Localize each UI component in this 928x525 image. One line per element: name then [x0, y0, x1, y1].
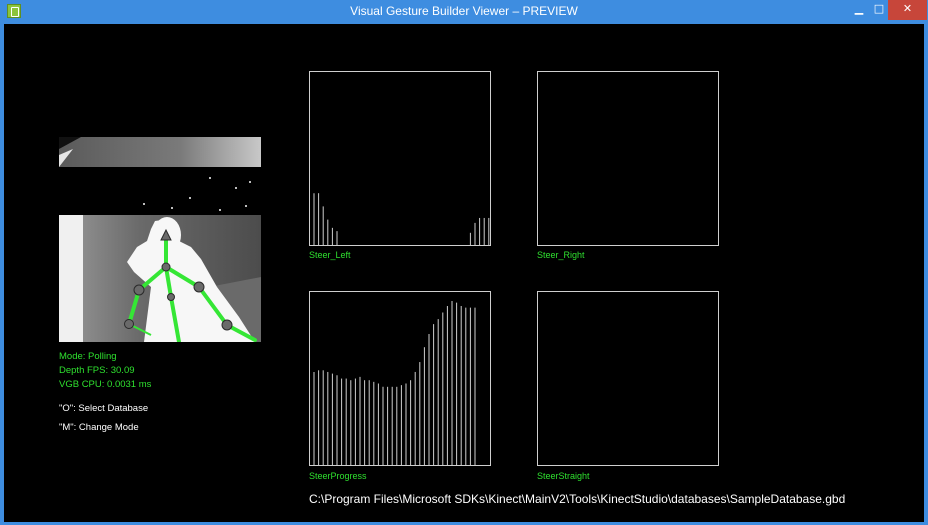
title-bar[interactable]: Visual Gesture Builder Viewer – PREVIEW … — [0, 0, 928, 24]
close-button[interactable]: ✕ — [888, 0, 927, 20]
gesture-label-steer-right: Steer_Right — [537, 250, 585, 260]
database-path: C:\Program Files\Microsoft SDKs\Kinect\M… — [309, 492, 846, 506]
window-title: Visual Gesture Builder Viewer – PREVIEW — [350, 4, 578, 18]
gesture-panel-steer-straight — [537, 291, 719, 466]
hint-change-mode: "M": Change Mode — [59, 422, 139, 433]
mode-status: Mode: Polling — [59, 351, 117, 362]
gesture-label-steer-progress: SteerProgress — [309, 471, 367, 481]
gesture-chart-steer-straight — [538, 292, 720, 467]
gesture-panel-steer-right — [537, 71, 719, 246]
gesture-label-steer-straight: SteerStraight — [537, 471, 590, 481]
depth-fps-status: Depth FPS: 30.09 — [59, 365, 135, 376]
gesture-chart-steer-progress — [313, 301, 476, 466]
minimize-button[interactable]: ▁ — [846, 0, 872, 20]
hint-select-database: "O": Select Database — [59, 403, 149, 414]
depth-view — [59, 137, 261, 342]
gesture-panel-steer-progress — [309, 291, 491, 466]
gesture-panel-steer-left — [309, 71, 491, 246]
viewer-canvas: Mode: Polling Depth FPS: 30.09 VGB CPU: … — [4, 24, 924, 522]
vgb-cpu-status: VGB CPU: 0.0031 ms — [59, 379, 152, 390]
depth-image — [59, 137, 261, 342]
maximize-button[interactable]: □ — [872, 0, 886, 20]
gesture-label-steer-left: Steer_Left — [309, 250, 351, 260]
gesture-chart-steer-left — [313, 193, 490, 246]
gesture-chart-steer-right — [538, 72, 720, 247]
